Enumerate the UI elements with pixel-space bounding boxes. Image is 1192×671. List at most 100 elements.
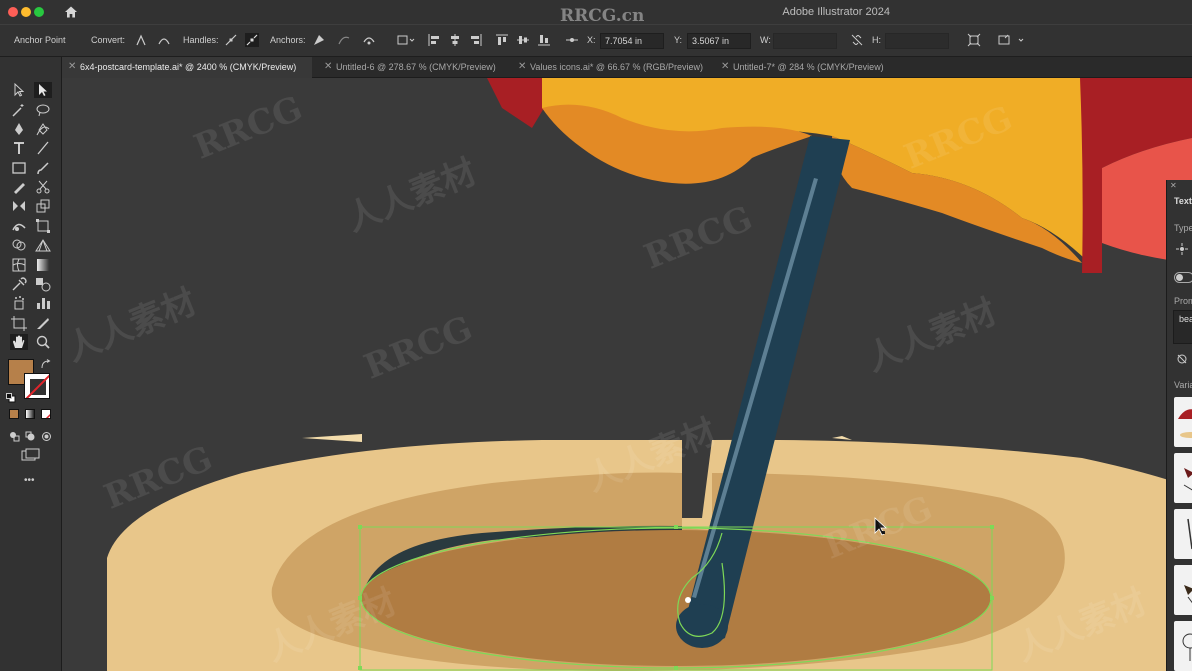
selection-tool-icon[interactable] — [10, 82, 28, 98]
home-icon[interactable] — [64, 5, 78, 19]
arrange-documents-icon[interactable] — [997, 33, 1027, 47]
align-middle-icon[interactable] — [516, 33, 530, 47]
variation-thumbnail[interactable] — [1174, 397, 1192, 447]
convert-smooth-icon[interactable] — [157, 33, 171, 47]
align-top-icon[interactable] — [495, 33, 509, 47]
close-icon[interactable]: ✕ — [324, 61, 332, 72]
zoom-tool-icon[interactable] — [34, 334, 52, 350]
magic-wand-tool-icon[interactable] — [10, 102, 28, 118]
draw-normal-icon[interactable] — [9, 429, 20, 442]
free-transform-tool-icon[interactable] — [34, 218, 52, 234]
perspective-grid-tool-icon[interactable] — [34, 237, 52, 253]
show-handles-icon[interactable] — [224, 33, 238, 47]
anchor-point — [685, 597, 691, 603]
prompt-input[interactable]: bea — [1173, 310, 1192, 344]
tab-values-icons[interactable]: ✕ Values icons.ai* @ 66.67 % (RGB/Previe… — [512, 57, 712, 78]
scale-tool-icon[interactable] — [34, 198, 52, 214]
constrain-proportions-icon[interactable] — [850, 33, 864, 47]
artboard-canvas[interactable]: RRCG 人人素材 RRCG 人人素材 RRCG 人人素材 RRCG 人人素材 … — [62, 78, 1192, 671]
tab-label: Untitled-7* @ 284 % (CMYK/Preview) — [733, 62, 884, 72]
remove-anchor-icon[interactable] — [312, 33, 326, 47]
variation-thumbnail[interactable] — [1174, 453, 1192, 503]
width-field[interactable] — [773, 33, 837, 49]
rotate-tool-icon[interactable] — [10, 198, 28, 214]
type-tool-icon[interactable] — [10, 140, 28, 156]
control-bar: Anchor Point Convert: Handles: Anchors: — [0, 24, 1192, 57]
reference-point-icon[interactable] — [565, 33, 579, 47]
direct-selection-tool-icon[interactable] — [34, 82, 52, 98]
x-label: X: — [587, 35, 596, 45]
close-icon[interactable]: ✕ — [721, 61, 729, 72]
shape-builder-tool-icon[interactable] — [10, 237, 28, 253]
window-minimize-button[interactable] — [21, 7, 31, 17]
pen-tool-icon[interactable] — [10, 121, 28, 137]
gradient-tool-icon[interactable] — [34, 257, 52, 273]
screen-mode-icon[interactable] — [21, 448, 41, 462]
toggle-switch[interactable] — [1174, 272, 1192, 283]
tab-untitled-7[interactable]: ✕ Untitled-7* @ 284 % (CMYK/Preview) — [715, 57, 905, 78]
x-coordinate-field[interactable]: 7.7054 in — [600, 33, 664, 49]
edit-toolbar-button[interactable]: ••• — [24, 475, 35, 486]
align-center-icon[interactable] — [448, 33, 462, 47]
window-maximize-button[interactable] — [34, 7, 44, 17]
window-close-button[interactable] — [8, 7, 18, 17]
document-tab-bar: ✕ 6x4-postcard-template.ai* @ 2400 % (CM… — [62, 57, 1192, 78]
y-coordinate-field[interactable]: 3.5067 in — [687, 33, 751, 49]
w-label: W: — [760, 35, 771, 45]
app-title: Adobe Illustrator 2024 — [782, 6, 890, 18]
cut-path-icon[interactable] — [362, 33, 376, 47]
symbol-sprayer-tool-icon[interactable] — [10, 295, 28, 311]
gradient-mode-icon[interactable] — [25, 409, 35, 419]
warp-tool-icon[interactable] — [10, 218, 28, 234]
illustration — [62, 78, 1192, 671]
tab-label: Untitled-6 @ 278.67 % (CMYK/Preview) — [336, 62, 496, 72]
convert-corner-icon[interactable] — [134, 33, 148, 47]
none-mode-icon[interactable] — [41, 409, 51, 419]
swap-colors-icon[interactable] — [40, 358, 52, 370]
align-left-icon[interactable] — [427, 33, 441, 47]
variation-thumbnail[interactable] — [1174, 509, 1192, 559]
draw-behind-icon[interactable] — [25, 429, 36, 441]
height-field[interactable] — [885, 33, 949, 49]
umbrella-edge-red — [1080, 78, 1102, 273]
blend-tool-icon[interactable] — [34, 276, 52, 292]
transform-menu-icon[interactable] — [396, 33, 416, 47]
align-right-icon[interactable] — [469, 33, 483, 47]
hide-handles-icon[interactable] — [245, 33, 259, 47]
tab-postcard-template[interactable]: ✕ 6x4-postcard-template.ai* @ 2400 % (CM… — [62, 57, 312, 78]
handles-label: Handles: — [183, 35, 219, 45]
anchors-label: Anchors: — [270, 35, 306, 45]
variation-thumbnail[interactable] — [1174, 565, 1192, 615]
rectangle-tool-icon[interactable] — [10, 160, 28, 176]
hand-tool-icon[interactable] — [10, 334, 28, 350]
curvature-tool-icon[interactable] — [34, 121, 52, 137]
panel-close-icon[interactable]: ✕ — [1170, 181, 1177, 190]
close-icon[interactable]: ✕ — [68, 61, 76, 72]
pencil-tool-icon[interactable] — [10, 179, 28, 195]
stroke-swatch[interactable] — [24, 373, 50, 399]
type-icon[interactable] — [1175, 242, 1189, 256]
connect-anchors-icon[interactable] — [337, 33, 351, 47]
color-mode-icon[interactable] — [9, 409, 19, 419]
slice-tool-icon[interactable] — [34, 315, 52, 331]
generate-icon[interactable] — [1175, 352, 1189, 366]
line-tool-icon[interactable] — [34, 140, 52, 156]
scissors-tool-icon[interactable] — [34, 179, 52, 195]
column-graph-tool-icon[interactable] — [34, 295, 52, 311]
paintbrush-tool-icon[interactable] — [34, 160, 52, 176]
eyedropper-tool-icon[interactable] — [10, 276, 28, 292]
draw-inside-icon[interactable] — [41, 429, 52, 441]
type-label: Type — [1174, 223, 1192, 233]
isolate-object-icon[interactable] — [967, 33, 981, 47]
tab-untitled-6[interactable]: ✕ Untitled-6 @ 278.67 % (CMYK/Preview) — [318, 57, 508, 78]
convert-label: Convert: — [91, 35, 126, 45]
variations-label: Varia — [1174, 380, 1192, 390]
default-colors-icon[interactable] — [6, 390, 16, 403]
variation-thumbnail[interactable] — [1174, 621, 1192, 671]
close-icon[interactable]: ✕ — [518, 61, 526, 72]
tab-label: 6x4-postcard-template.ai* @ 2400 % (CMYK… — [80, 62, 297, 72]
artboard-tool-icon[interactable] — [10, 315, 28, 331]
align-bottom-icon[interactable] — [537, 33, 551, 47]
mesh-tool-icon[interactable] — [10, 257, 28, 273]
lasso-tool-icon[interactable] — [34, 102, 52, 118]
